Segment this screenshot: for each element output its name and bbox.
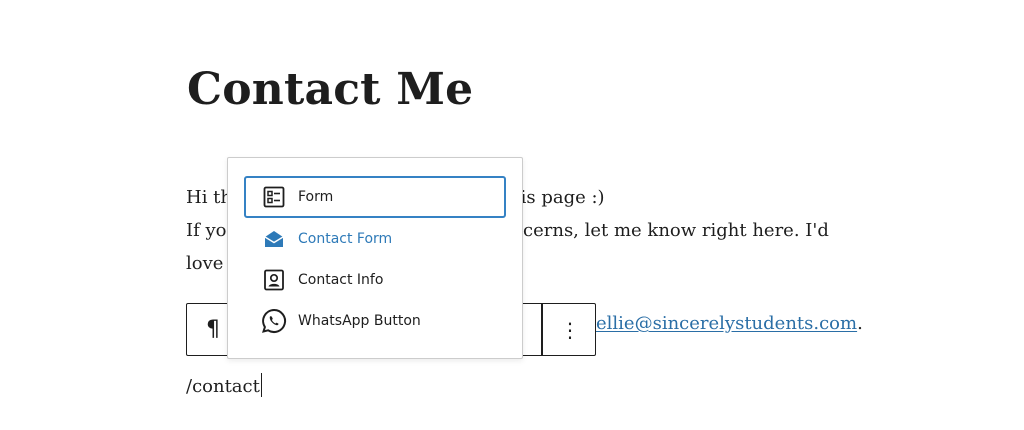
text-caret (260, 373, 262, 397)
option-contact-form-label: Contact Form (298, 231, 393, 247)
email-line: ellie@sincerelystudents.com. (596, 309, 863, 339)
email-suffix: . (857, 313, 863, 334)
option-contact-form[interactable]: Contact Form (244, 218, 506, 260)
whatsapp-icon (260, 307, 288, 335)
option-form[interactable]: Form (244, 176, 506, 218)
slash-command-text: /contact (186, 376, 260, 397)
email-link[interactable]: ellie@sincerelystudents.com (596, 313, 857, 334)
envelope-open-icon (260, 225, 288, 253)
form-icon (260, 183, 288, 211)
more-options-button[interactable]: ⋮ (543, 304, 597, 355)
option-whatsapp-button-label: WhatsApp Button (298, 313, 421, 329)
option-whatsapp-button[interactable]: WhatsApp Button (244, 300, 506, 342)
block-autocomplete-popover: Form Contact Form Contact Info WhatsApp … (227, 157, 523, 359)
option-form-label: Form (298, 189, 334, 205)
contact-card-icon (260, 266, 288, 294)
slash-command-line[interactable]: /contact (186, 372, 262, 402)
page-title[interactable]: Contact Me (187, 62, 473, 118)
option-contact-info-label: Contact Info (298, 272, 384, 288)
option-contact-info[interactable]: Contact Info (244, 259, 506, 301)
